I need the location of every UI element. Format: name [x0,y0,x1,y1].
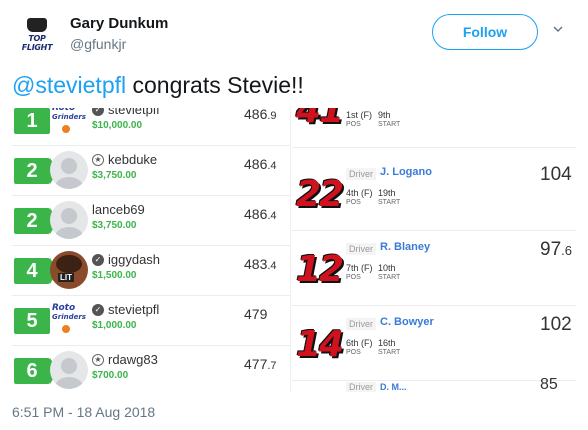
driver-row: 22 Driver J. Logano 4th (F) POS 19th START… [292,156,576,231]
author-avatar[interactable]: TOP FLIGHT [14,12,60,58]
lit-avatar: LIT [50,251,88,289]
driver-tag: Driver [346,168,376,180]
start-pos: 19th START [378,188,401,206]
rank-badge: 6 [14,358,58,384]
finish-pos: 4th (F) POS [346,188,373,206]
username: ★ kebduke [92,152,157,167]
car-number: 22 [296,174,344,215]
driver-name[interactable]: J. Logano [380,166,432,178]
start-pos: 10th START [378,263,401,281]
tweet-body: congrats Stevie!! [126,72,304,98]
driver-points: 104 [540,164,572,185]
author-handle[interactable]: @gfunkjr [70,36,126,52]
driver-name[interactable]: C. Bowyer [380,316,434,328]
author-name[interactable]: Gary Dunkum [70,15,168,32]
driver-row: 12 Driver R. Blaney 7th (F) POS 10th START… [292,231,576,306]
rank-badge: 5 [14,308,58,334]
leaderboard-row: 2 ★ kebduke $3,750.00 486.4 [12,148,290,196]
score: 486.9 [244,108,277,122]
tweet-timestamp[interactable]: 6:51 PM - 18 Aug 2018 [12,404,155,420]
rotogrinders-avatar: Roto Grinders [50,108,88,139]
mention-link[interactable]: @stevietpfl [12,72,126,98]
rank-badge: 2 [14,208,58,234]
score: 479 [244,306,268,322]
prize-amount: $1,000.00 [92,320,137,331]
driver-points: 97.6 [540,239,572,260]
rank-badge: 1 [14,108,58,134]
star-badge-icon: ★ [92,353,104,366]
rank-badge: 2 [14,158,58,184]
driver-tag: Driver [346,318,376,330]
username: ✓ stevietpfl [92,302,159,317]
rank-badge: 4 [14,258,58,284]
avatar-logo-text: TOP FLIGHT [21,34,53,52]
finish-pos: 1st (F) POS [346,110,372,128]
panel-divider [290,108,291,392]
tweet-header: TOP FLIGHT Gary Dunkum @gfunkjr Follow [0,0,588,62]
finish-pos: 6th (F) POS [346,338,373,356]
driver-points: 102 [540,314,572,335]
leaderboard-row: 1 Roto Grinders ✓ stevietpfl $10,000.00 48… [12,108,290,146]
username: ✓ iggydash [92,252,160,267]
driver-tag: Driver [346,243,376,255]
user-badge-icon: ✓ [92,253,104,266]
driver-row-partial: Driver D. M... 85 [292,376,576,392]
logo-helmet-icon [27,18,47,32]
score: 483.4 [244,256,277,272]
default-avatar [50,351,88,389]
follow-button[interactable]: Follow [432,14,538,50]
leaderboard-row: 2 lanceb69 $3,750.00 486.4 [12,198,290,246]
chevron-down-icon[interactable] [553,24,563,34]
prize-amount: $3,750.00 [92,170,137,181]
username: lanceb69 [92,202,145,217]
finish-pos: 7th (F) POS [346,263,373,281]
car-number: 12 [296,249,344,290]
leaderboard-row: 6 ★ rdawg83 $700.00 477.7 [12,348,290,392]
username: ★ rdawg83 [92,352,158,367]
start-pos: 16th START [378,338,401,356]
user-badge-icon: ✓ [92,303,104,316]
prize-amount: $3,750.00 [92,220,137,231]
driver-row: 14 Driver C. Bowyer 6th (F) POS 16th START… [292,306,576,381]
prize-amount: $10,000.00 [92,120,143,131]
user-badge-icon: ✓ [92,108,104,116]
default-avatar [50,151,88,189]
star-badge-icon: ★ [92,153,104,166]
leaderboard-row: 5 Roto Grinders ✓ stevietpfl $1,000.00 479 [12,298,290,346]
tweet-text: @stevietpfl congrats Stevie!! [12,72,304,99]
rotogrinders-avatar: Roto Grinders [50,301,88,339]
prize-amount: $1,500.00 [92,270,137,281]
tweet-media[interactable]: 1 Roto Grinders ✓ stevietpfl $10,000.00 48… [12,108,576,392]
score: 486.4 [244,206,277,222]
car-number: 14 [296,324,344,365]
start-pos: 9th START [378,110,401,128]
default-avatar [50,201,88,239]
car-number: 41 [296,108,344,131]
prize-amount: $700.00 [92,370,129,381]
username: ✓ stevietpfl [92,108,159,117]
score: 477.7 [244,356,277,372]
driver-name[interactable]: R. Blaney [380,241,430,253]
score: 486.4 [244,156,277,172]
driver-row-partial: 41 1st (F) POS 9th START [292,108,576,148]
leaderboard-row: 4 LIT ✓ iggydash $1,500.00 483.4 [12,248,290,296]
